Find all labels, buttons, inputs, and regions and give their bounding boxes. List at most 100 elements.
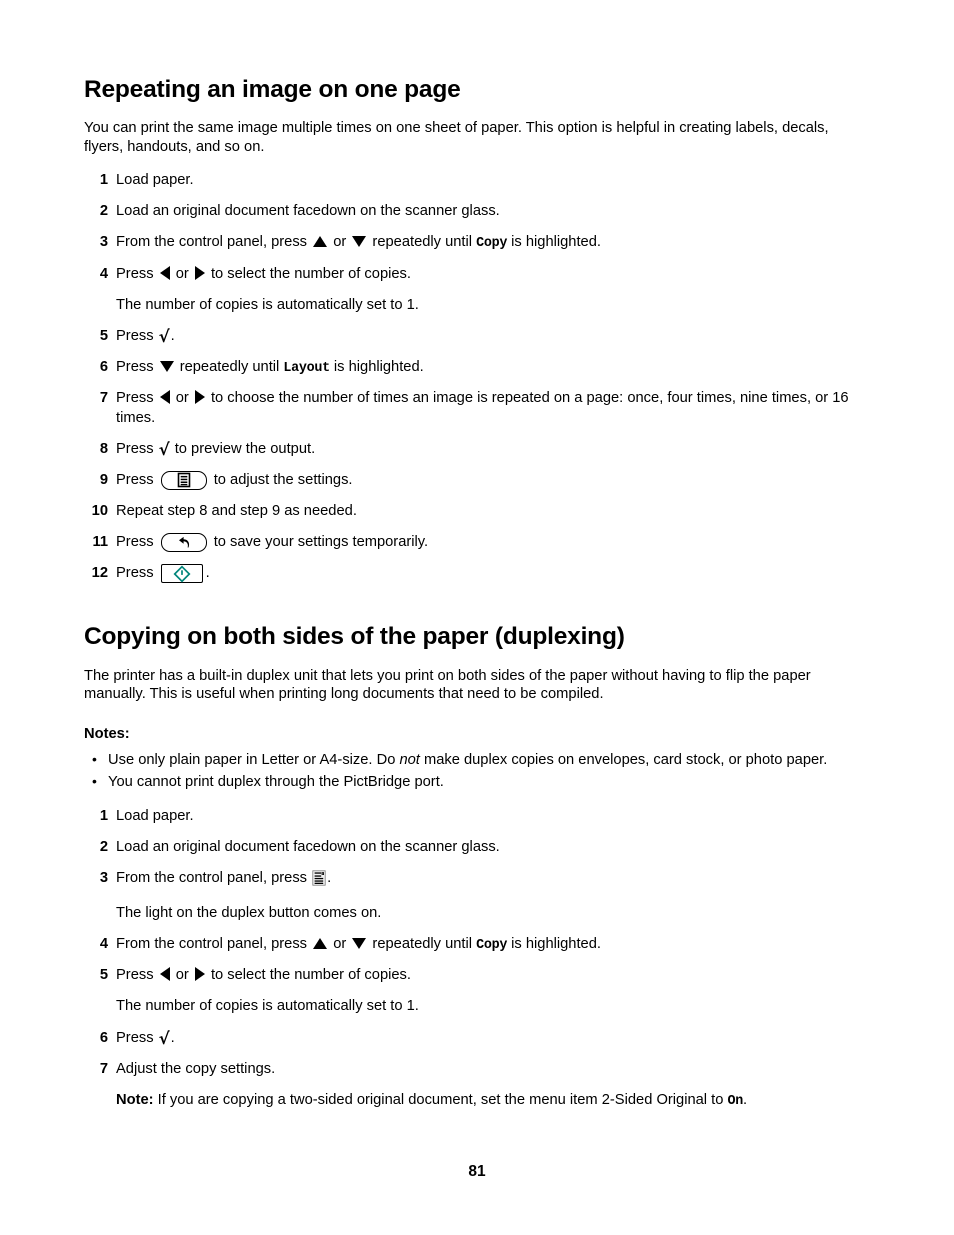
step-text: Press bbox=[116, 359, 158, 376]
step-text: Press bbox=[116, 327, 158, 344]
step-text-tail: is highlighted. bbox=[507, 234, 601, 251]
triangle-down-icon bbox=[159, 361, 174, 373]
list-item: 10 Repeat step 8 and step 9 as needed. bbox=[84, 502, 870, 521]
triangle-right-icon bbox=[194, 265, 205, 280]
step-text: From the control panel, press bbox=[116, 935, 312, 952]
list-item: 4 Press or to select the number of copie… bbox=[84, 265, 870, 315]
list-item: Use only plain paper in Letter or A4-siz… bbox=[84, 750, 870, 770]
duplex-icon bbox=[312, 870, 326, 892]
document-page: Repeating an image on one page You can p… bbox=[0, 0, 954, 1235]
triangle-left-icon bbox=[159, 967, 170, 982]
step-text-cont: to save your settings temporarily. bbox=[209, 534, 429, 550]
step-text: From the control panel, press bbox=[116, 234, 312, 251]
list-item: 1 Load paper. bbox=[84, 171, 870, 190]
step-text-conj: or bbox=[171, 967, 193, 984]
step-text-cont: to select the number of copies. bbox=[206, 967, 411, 984]
list-item: 4 From the control panel, press or repea… bbox=[84, 935, 870, 954]
step-text: Repeat step 8 and step 9 as needed. bbox=[116, 502, 357, 519]
start-key-icon bbox=[160, 564, 203, 584]
step-text-cont: repeatedly until bbox=[368, 935, 477, 952]
note-label: Note: bbox=[116, 1091, 154, 1108]
step-text: Press bbox=[116, 967, 158, 984]
note-text: Use only plain paper in Letter or A4-siz… bbox=[108, 752, 400, 769]
step-text-tail: is highlighted. bbox=[507, 935, 601, 952]
step-text-conj: or bbox=[171, 390, 193, 407]
step-text: Press bbox=[116, 534, 158, 550]
triangle-right-icon bbox=[194, 390, 205, 405]
list-item: 12 Press . bbox=[84, 564, 870, 584]
step-text-cont: to select the number of copies. bbox=[206, 265, 411, 282]
list-item: 5 Press √. bbox=[84, 327, 870, 346]
step-text: From the control panel, press bbox=[116, 869, 312, 886]
step-number: 12 bbox=[91, 565, 108, 582]
list-item: 5 Press or to select the number of copie… bbox=[84, 966, 870, 1016]
note-text-tail: . bbox=[742, 1091, 748, 1108]
triangle-right-icon bbox=[194, 967, 205, 982]
list-item: 6 Press repeatedly until Layout is highl… bbox=[84, 358, 870, 377]
step-number: 6 bbox=[99, 1029, 108, 1046]
step-number: 2 bbox=[99, 838, 108, 855]
menu-item-value: On bbox=[727, 1093, 743, 1109]
note-emphasis: not bbox=[399, 752, 420, 769]
list-item: 2 Load an original document facedown on … bbox=[84, 838, 870, 857]
step-number: 9 bbox=[99, 471, 108, 488]
step-number: 7 bbox=[99, 1060, 108, 1077]
step-number: 1 bbox=[99, 807, 108, 824]
step-number: 1 bbox=[99, 172, 108, 189]
step-text-tail: is highlighted. bbox=[329, 359, 424, 376]
list-item: 8 Press √ to preview the output. bbox=[84, 440, 870, 459]
step-text-cont: repeatedly until bbox=[175, 359, 284, 376]
step-text-cont: . bbox=[205, 565, 210, 582]
checkmark-icon: √ bbox=[158, 326, 170, 346]
list-item: 7 Adjust the copy settings. Note: If you… bbox=[84, 1060, 870, 1111]
step-text-cont: . bbox=[327, 869, 332, 886]
checkmark-icon: √ bbox=[158, 439, 170, 459]
page-number: 81 bbox=[468, 1163, 486, 1180]
note-text-cont: make duplex copies on envelopes, card st… bbox=[419, 752, 828, 769]
menu-item-name: Copy bbox=[476, 236, 508, 252]
step-text-conj: or bbox=[329, 234, 351, 251]
list-item: 9 Press to adjust the settings. bbox=[84, 470, 870, 490]
step-text-cont: . bbox=[170, 327, 175, 344]
step-number: 4 bbox=[99, 265, 108, 282]
step-text: Load an original document facedown on th… bbox=[116, 203, 500, 220]
step-number: 8 bbox=[99, 440, 108, 457]
step-text: Press bbox=[116, 471, 158, 488]
section2-intro: The printer has a built-in duplex unit t… bbox=[84, 667, 811, 703]
step-text: Load paper. bbox=[116, 807, 194, 824]
step-text: Press bbox=[116, 440, 158, 457]
step-note: Note: If you are copying a two-sided ori… bbox=[116, 1091, 870, 1110]
triangle-down-icon bbox=[352, 236, 367, 248]
notes-list: Use only plain paper in Letter or A4-siz… bbox=[84, 750, 870, 792]
menu-key-icon bbox=[160, 470, 207, 490]
step-text-conj: or bbox=[171, 265, 193, 282]
page-title: Repeating an image on one page bbox=[84, 76, 461, 103]
step-text-cont: to choose the number of times an image i… bbox=[116, 390, 849, 426]
triangle-up-icon bbox=[313, 937, 328, 949]
menu-item-name: Copy bbox=[476, 937, 508, 953]
step-number: 2 bbox=[99, 203, 108, 220]
list-item: 2 Load an original document facedown on … bbox=[84, 202, 870, 221]
step-text: Press bbox=[116, 390, 158, 407]
list-item: 7 Press or to choose the number of times… bbox=[84, 389, 870, 427]
triangle-up-icon bbox=[313, 236, 328, 248]
list-item: You cannot print duplex through the Pict… bbox=[84, 772, 870, 792]
step-text-conj: or bbox=[329, 935, 351, 952]
step-text: Adjust the copy settings. bbox=[116, 1060, 276, 1077]
menu-item-name: Layout bbox=[283, 361, 330, 377]
step-text: Load an original document facedown on th… bbox=[116, 838, 500, 855]
step-subtext: The light on the duplex button comes on. bbox=[116, 904, 382, 921]
step-subtext: The number of copies is automatically se… bbox=[116, 296, 419, 313]
step-number: 5 bbox=[99, 967, 108, 984]
step-text-cont: to adjust the settings. bbox=[209, 471, 353, 488]
note-text: You cannot print duplex through the Pict… bbox=[108, 774, 444, 791]
section2-title: Copying on both sides of the paper (dupl… bbox=[84, 623, 625, 651]
list-item: 6 Press √. bbox=[84, 1029, 870, 1048]
step-number: 11 bbox=[92, 534, 108, 550]
section1-intro: You can print the same image multiple ti… bbox=[84, 120, 829, 156]
triangle-down-icon bbox=[352, 937, 367, 949]
list-item: 11 Press to save your settings temporari… bbox=[84, 533, 870, 552]
step-number: 10 bbox=[91, 502, 108, 519]
section1-step-list: 1 Load paper. 2 Load an original documen… bbox=[84, 171, 870, 584]
step-number: 4 bbox=[99, 935, 108, 952]
